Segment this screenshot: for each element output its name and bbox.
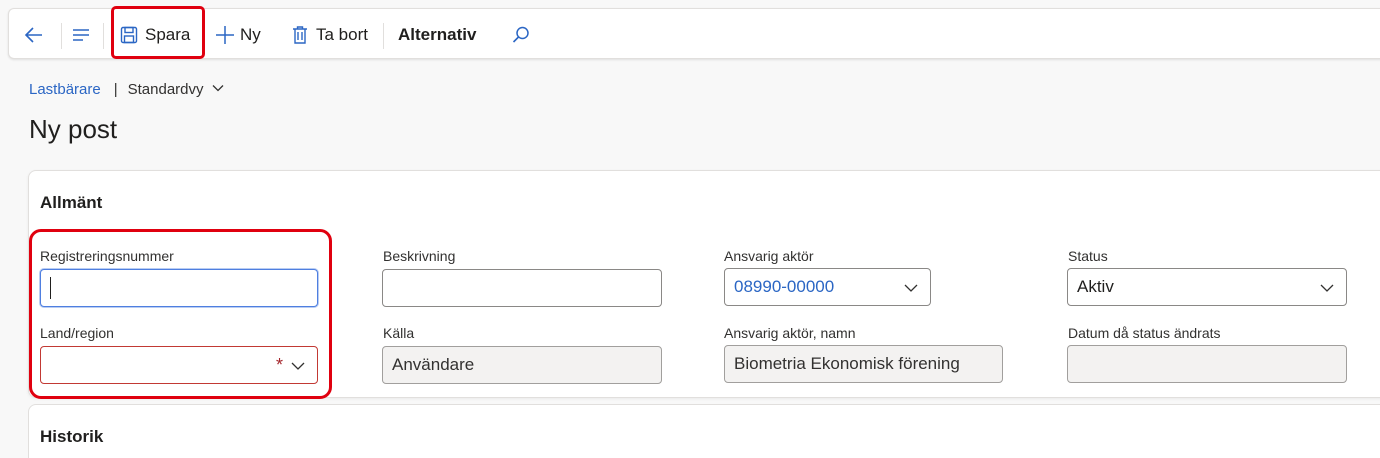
breadcrumb: Lastbärare | Standardvy	[29, 78, 224, 100]
status-changed-field	[1067, 345, 1347, 383]
delete-label: Ta bort	[316, 24, 368, 44]
source-field: Användare	[382, 346, 662, 384]
history-section-header[interactable]: Historik	[40, 427, 103, 447]
view-selector-label: Standardvy	[127, 80, 204, 98]
toolbar-divider	[61, 23, 62, 49]
status-label: Status	[1068, 248, 1108, 264]
status-value: Aktiv	[1077, 277, 1114, 296]
delete-button[interactable]: Ta bort	[290, 9, 368, 60]
responsible-actor-select[interactable]: 08990-00000	[724, 268, 931, 306]
chevron-down-icon[interactable]	[1318, 279, 1336, 297]
source-label: Källa	[383, 325, 415, 341]
page-title: Ny post	[29, 114, 118, 144]
general-section-header[interactable]: Allmänt	[40, 193, 102, 213]
status-select[interactable]: Aktiv	[1067, 268, 1347, 306]
toolbar-divider	[103, 23, 104, 49]
plus-icon	[216, 25, 234, 44]
search-icon	[512, 26, 529, 43]
toolbar-divider	[383, 23, 384, 49]
responsible-actor-name-value: Biometria Ekonomisk förening	[734, 354, 960, 373]
back-button[interactable]	[23, 9, 45, 60]
save-highlight-box	[111, 6, 205, 59]
toolbar-panel: Spara Ny Ta bort Alternativ	[8, 8, 1380, 59]
breadcrumb-link[interactable]: Lastbärare	[29, 81, 101, 98]
action-toolbar: Spara Ny Ta bort Alternativ	[0, 0, 1380, 62]
view-selector[interactable]: Standardvy	[128, 81, 224, 98]
responsible-actor-name-field: Biometria Ekonomisk förening	[724, 345, 1003, 383]
responsible-actor-name-label: Ansvarig aktör, namn	[724, 325, 856, 341]
form-highlight-box	[29, 229, 332, 399]
chevron-down-icon[interactable]	[902, 279, 920, 297]
search-button[interactable]	[511, 9, 531, 60]
history-section: Historik	[28, 404, 1380, 458]
source-value: Användare	[392, 355, 475, 374]
menu-button[interactable]	[71, 9, 91, 60]
status-changed-label: Datum då status ändrats	[1068, 325, 1221, 341]
chevron-down-icon	[212, 84, 224, 91]
trash-icon	[293, 25, 307, 44]
new-button[interactable]: Ny	[215, 9, 261, 60]
description-input[interactable]	[382, 269, 662, 307]
options-tab[interactable]: Alternativ	[398, 9, 476, 60]
arrow-left-icon	[24, 26, 42, 43]
new-label: Ny	[240, 24, 261, 44]
hamburger-icon	[73, 28, 89, 41]
options-label: Alternativ	[398, 24, 477, 44]
description-label: Beskrivning	[383, 248, 456, 264]
responsible-actor-value[interactable]: 08990-00000	[734, 277, 834, 297]
breadcrumb-separator: |	[113, 80, 118, 98]
responsible-actor-label: Ansvarig aktör	[724, 248, 814, 264]
